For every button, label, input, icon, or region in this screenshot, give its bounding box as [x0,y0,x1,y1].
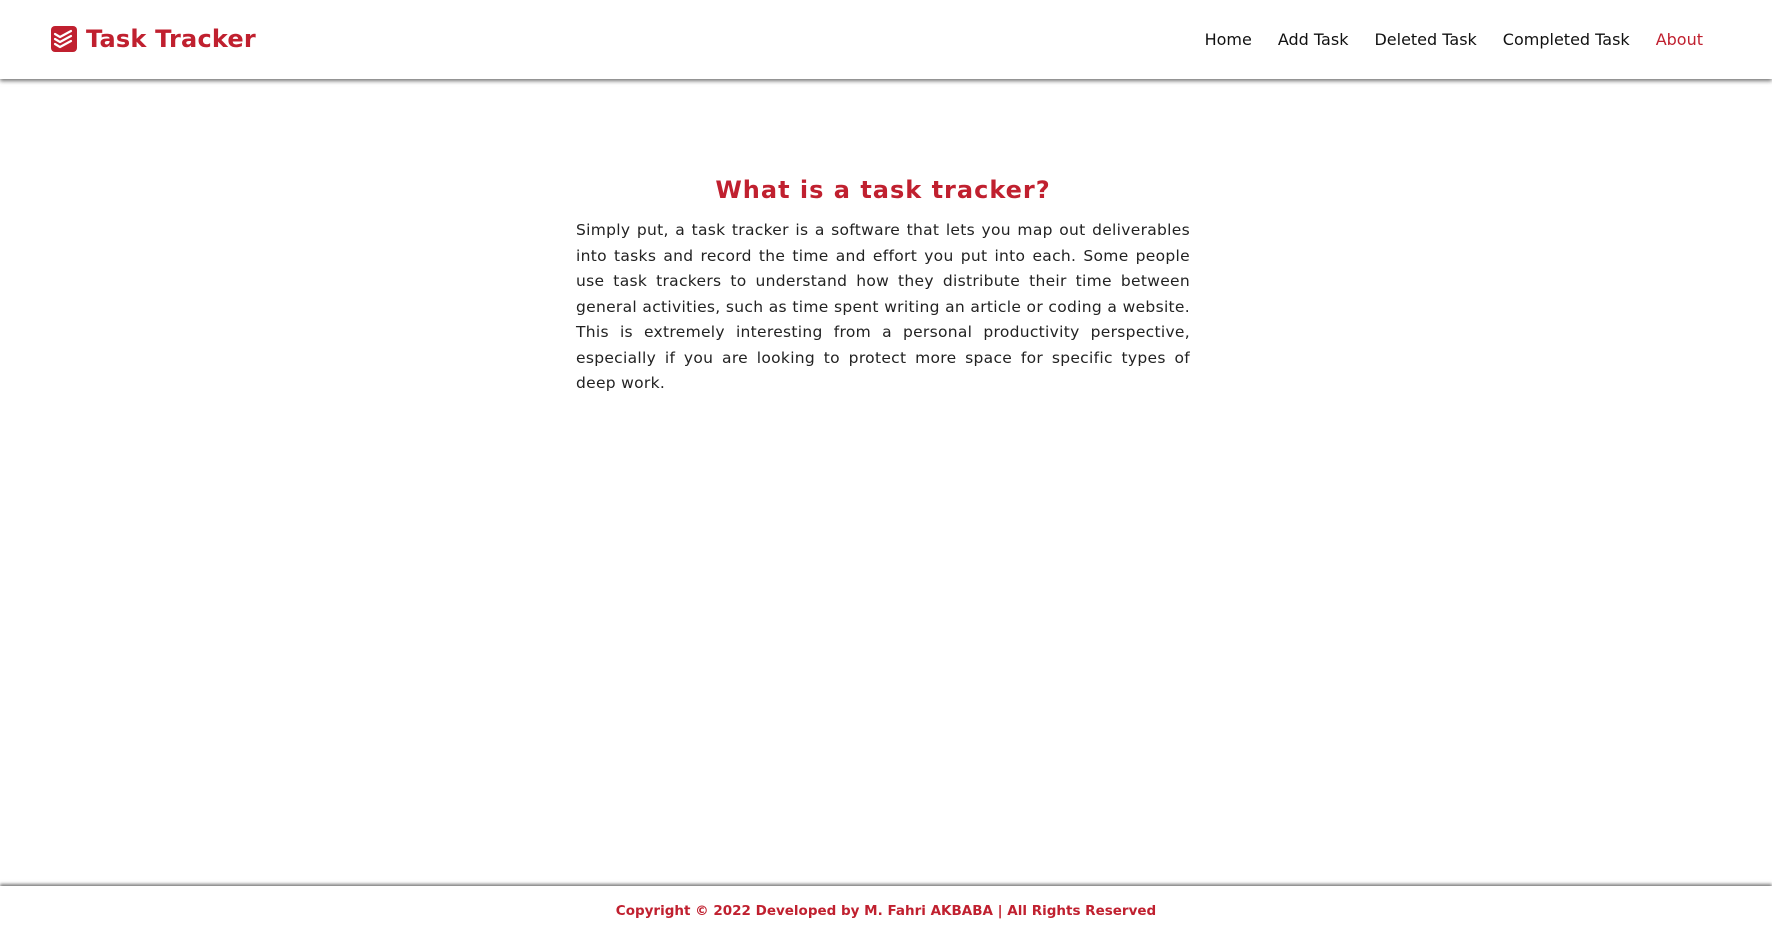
footer-copyright: Copyright © 2022 Developed by M. Fahri A… [615,903,1157,919]
footer: Copyright © 2022 Developed by M. Fahri A… [0,886,1772,934]
nav-link-add-task[interactable]: Add Task [1278,28,1349,52]
nav-link-deleted-task[interactable]: Deleted Task [1374,28,1476,52]
about-section: What is a task tracker? Simply put, a ta… [576,174,1190,397]
nav-link-completed-task[interactable]: Completed Task [1503,28,1630,52]
brand-link[interactable]: Task Tracker [51,24,256,54]
page: Task Tracker Home Add Task Deleted Task … [0,0,1772,934]
navbar: Task Tracker Home Add Task Deleted Task … [0,0,1772,79]
brand-title: Task Tracker [86,25,256,53]
about-title: What is a task tracker? [715,176,1051,204]
main-content: What is a task tracker? Simply put, a ta… [0,79,1772,885]
nav-link-home[interactable]: Home [1205,28,1252,52]
nav-links: Home Add Task Deleted Task Completed Tas… [1179,28,1703,52]
todoist-logo-icon [51,26,77,52]
nav-link-about[interactable]: About [1656,28,1703,52]
about-paragraph: Simply put, a task tracker is a software… [576,221,1190,392]
